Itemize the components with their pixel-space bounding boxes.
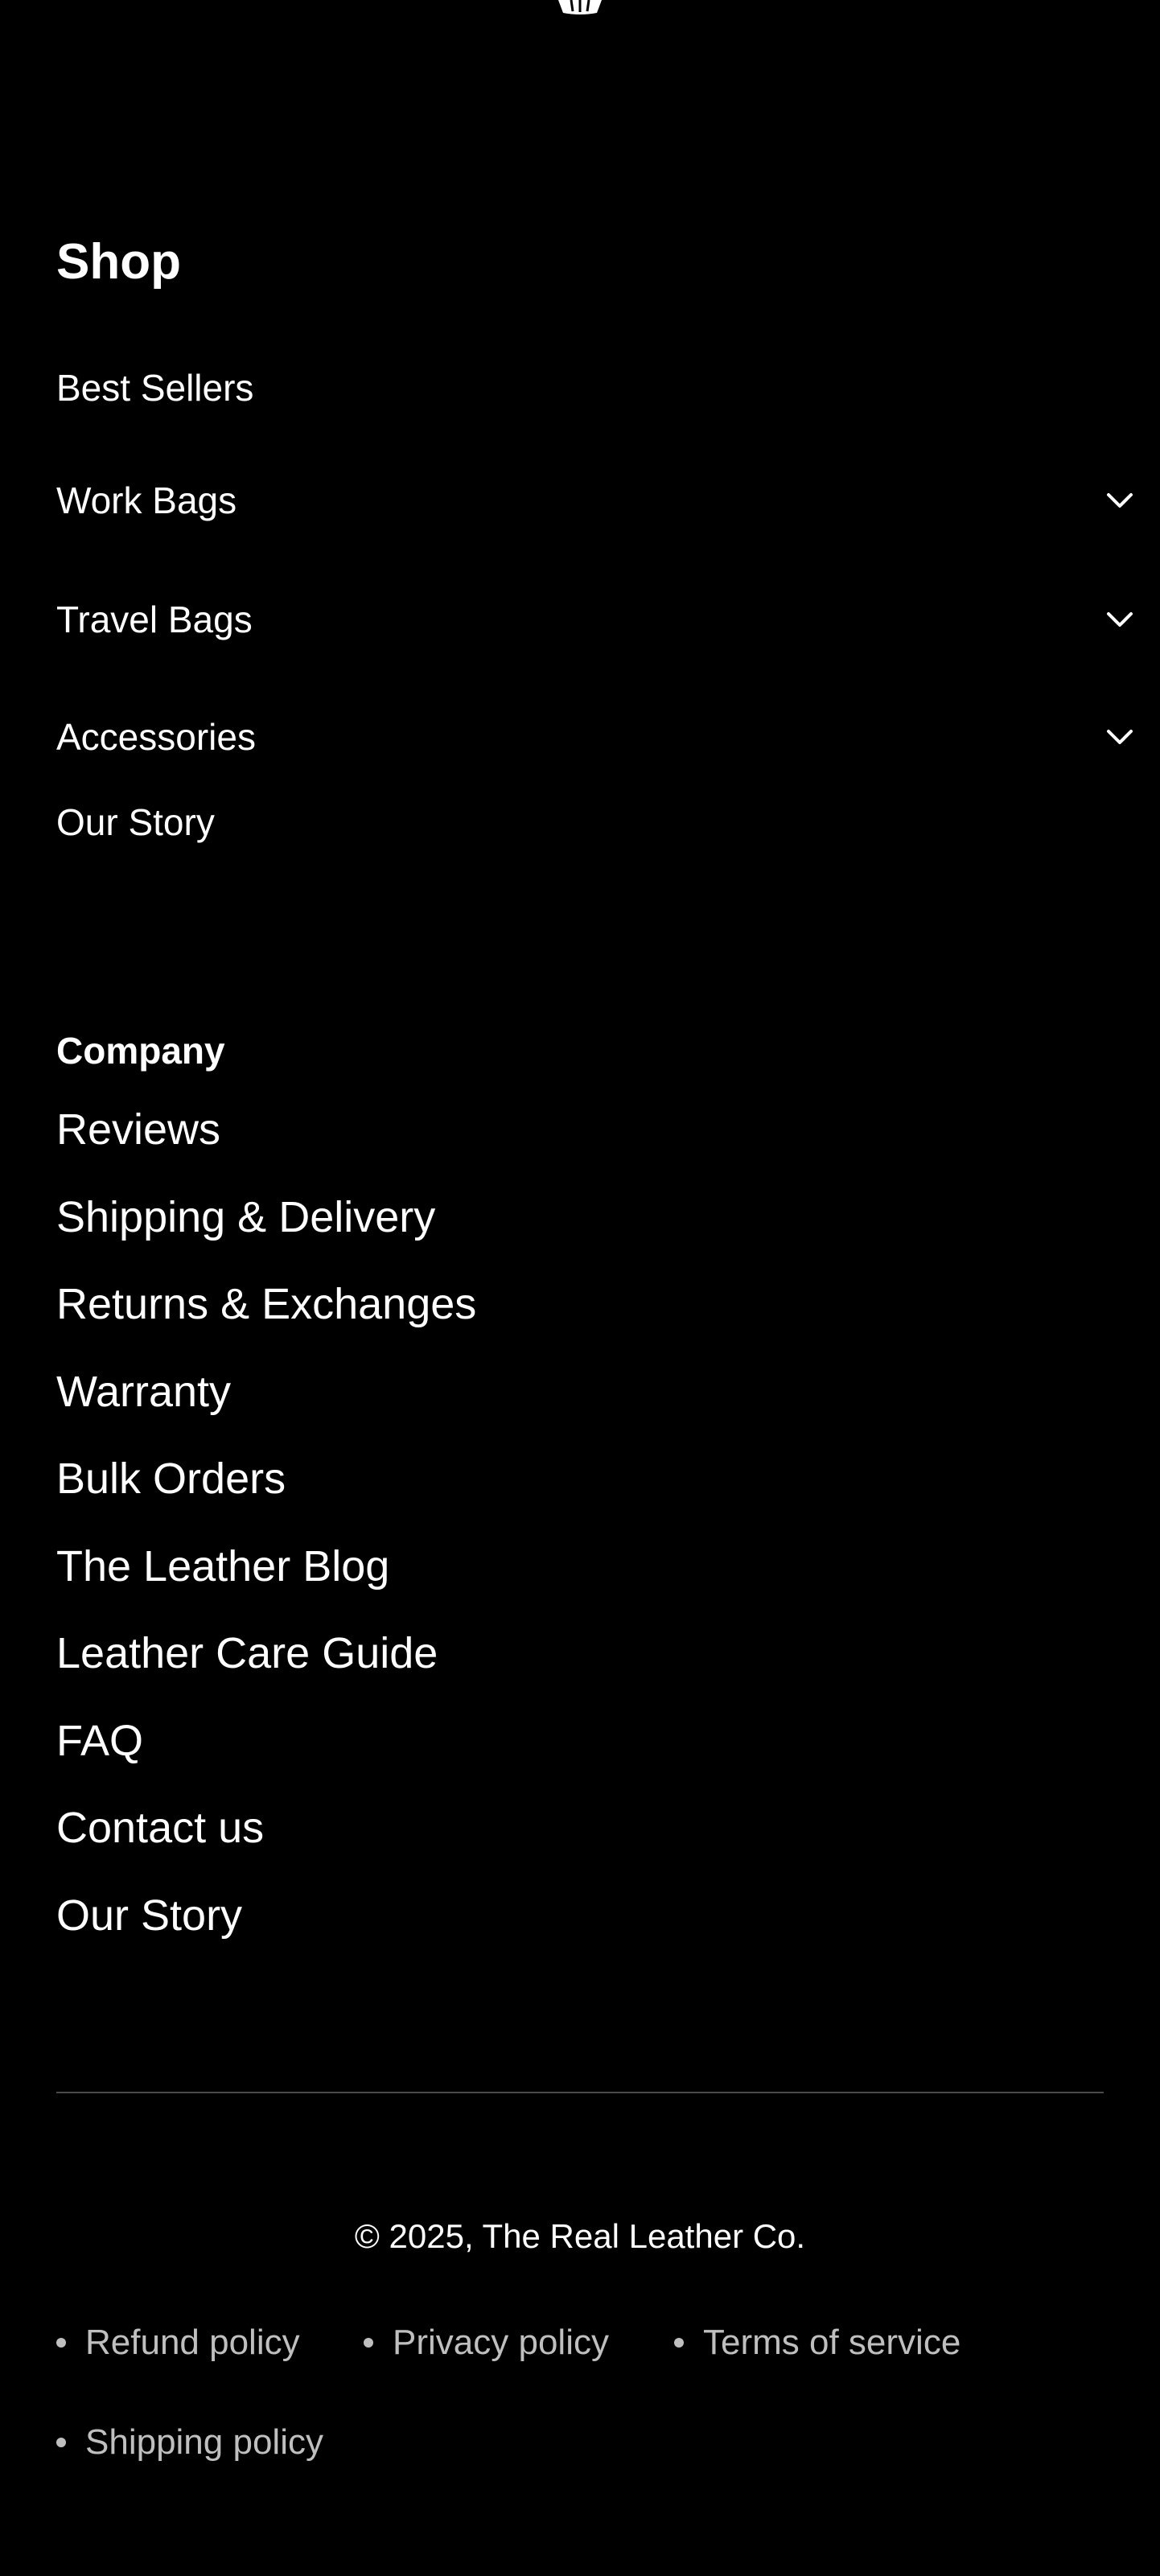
policy-link-shipping[interactable]: Shipping policy: [56, 2412, 323, 2473]
policy-link-privacy[interactable]: Privacy policy: [364, 2312, 609, 2373]
company-link-bulk-orders[interactable]: Bulk Orders: [56, 1446, 286, 1511]
company-link-warranty[interactable]: Warranty: [56, 1360, 231, 1424]
copyright-text: © 2025, The Real Leather Co.: [354, 2217, 806, 2255]
shop-item-label: Work Bags: [56, 479, 237, 521]
company-link-leather-care-guide[interactable]: Leather Care Guide: [56, 1621, 438, 1685]
shop-item-travel-bags[interactable]: Travel Bags: [56, 587, 1136, 652]
company-link-our-story[interactable]: Our Story: [56, 1883, 242, 1948]
chevron-down-icon[interactable]: [1104, 484, 1136, 516]
policy-link-terms[interactable]: Terms of service: [674, 2312, 960, 2373]
company-link-shipping-delivery[interactable]: Shipping & Delivery: [56, 1185, 435, 1249]
company-heading: Company: [56, 1030, 225, 1072]
policy-link-label: Refund policy: [85, 2323, 300, 2362]
policy-link-label: Privacy policy: [393, 2323, 609, 2362]
shop-item-our-story[interactable]: Our Story: [56, 790, 1136, 854]
shop-item-best-sellers[interactable]: Best Sellers: [56, 356, 1136, 420]
chevron-down-icon[interactable]: [1104, 721, 1136, 753]
bullet-dot: [364, 2338, 373, 2348]
company-link-reviews[interactable]: Reviews: [56, 1097, 220, 1162]
company-link-returns-exchanges[interactable]: Returns & Exchanges: [56, 1272, 476, 1336]
shop-item-accessories[interactable]: Accessories: [56, 705, 1136, 769]
policy-link-label: Shipping policy: [85, 2422, 323, 2462]
bullet-dot: [56, 2338, 66, 2348]
shop-item-label: Travel Bags: [56, 599, 253, 640]
company-link-faq[interactable]: FAQ: [56, 1709, 143, 1773]
company-link-leather-blog[interactable]: The Leather Blog: [56, 1534, 389, 1599]
company-link-contact-us[interactable]: Contact us: [56, 1796, 264, 1860]
brand-logo-icon[interactable]: [555, 0, 605, 14]
chevron-down-icon[interactable]: [1104, 603, 1136, 636]
shop-item-work-bags[interactable]: Work Bags: [56, 468, 1136, 533]
shop-item-label: Best Sellers: [56, 367, 254, 409]
policy-link-refund[interactable]: Refund policy: [56, 2312, 300, 2373]
policy-link-label: Terms of service: [703, 2323, 961, 2362]
shop-item-label: Accessories: [56, 716, 256, 758]
footer-divider: [56, 2092, 1104, 2093]
shop-item-label: Our Story: [56, 801, 215, 843]
shop-heading: Shop: [56, 234, 181, 290]
bullet-dot: [56, 2438, 66, 2447]
bullet-dot: [674, 2338, 684, 2348]
